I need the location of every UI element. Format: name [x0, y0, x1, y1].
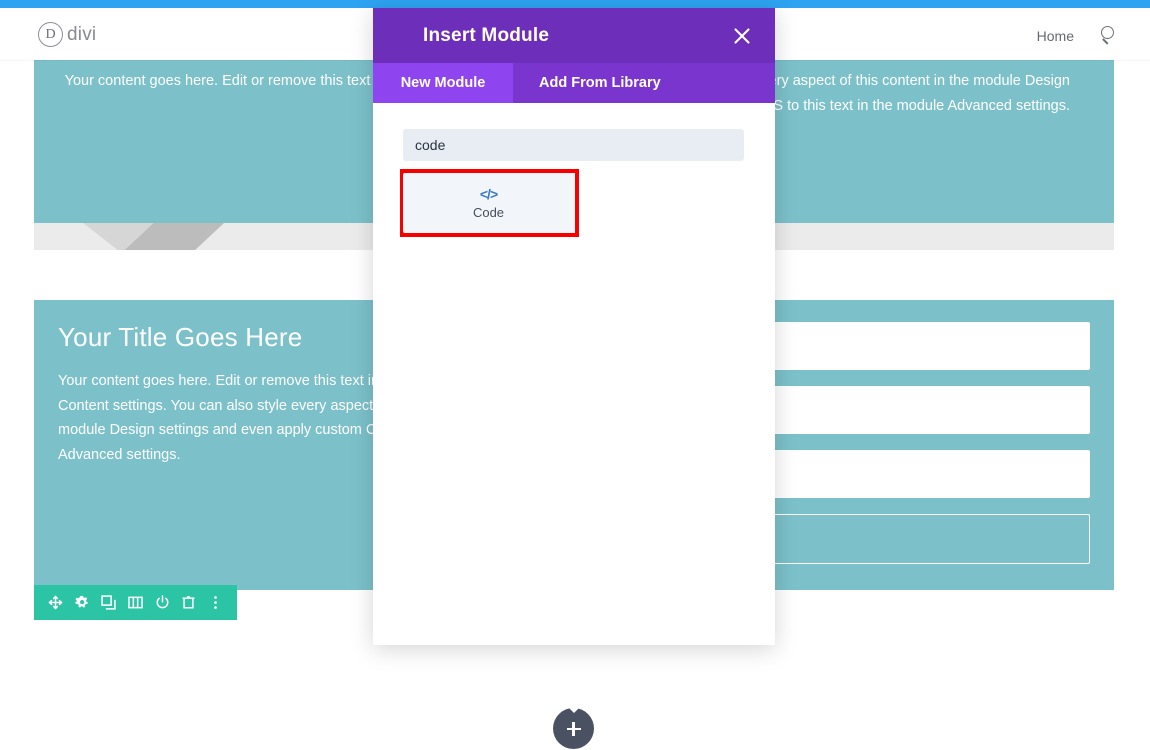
- primary-nav: Home: [1037, 26, 1120, 46]
- modal-header: Insert Module: [373, 8, 775, 63]
- tab-new-module[interactable]: New Module: [373, 63, 513, 103]
- module-tile-code[interactable]: </> Code: [403, 173, 574, 233]
- module-tile-label: Code: [472, 205, 505, 220]
- add-section-button[interactable]: [553, 704, 594, 749]
- move-handle-icon[interactable]: [42, 585, 69, 620]
- module-results-list: </> Code: [400, 169, 745, 237]
- code-icon: </>: [479, 186, 498, 202]
- tab-add-from-library[interactable]: Add From Library: [513, 63, 687, 103]
- modal-body: </> Code: [373, 103, 775, 237]
- divi-logo-icon: D: [38, 22, 63, 47]
- nav-item-home[interactable]: Home: [1037, 28, 1074, 44]
- trash-icon[interactable]: [176, 585, 203, 620]
- plus-icon: [566, 721, 581, 736]
- site-logo-text: divi: [67, 23, 97, 45]
- insert-module-modal: Insert Module New Module Add From Librar…: [373, 8, 775, 645]
- modal-title: Insert Module: [423, 24, 550, 46]
- browser-page: D divi Home Your content goes here. Edit…: [0, 0, 1150, 750]
- columns-icon[interactable]: [122, 585, 149, 620]
- power-icon[interactable]: [149, 585, 176, 620]
- admin-bar: [0, 0, 1150, 8]
- module-hover-toolbar: [34, 585, 237, 620]
- search-icon[interactable]: [1100, 26, 1120, 46]
- duplicate-icon[interactable]: [95, 585, 122, 620]
- search-modules-input[interactable]: [403, 129, 744, 161]
- more-options-icon[interactable]: [202, 585, 229, 620]
- gear-icon[interactable]: [69, 585, 96, 620]
- site-logo[interactable]: D divi: [38, 22, 96, 47]
- modal-tabs: New Module Add From Library: [373, 63, 775, 103]
- close-icon[interactable]: [731, 25, 753, 47]
